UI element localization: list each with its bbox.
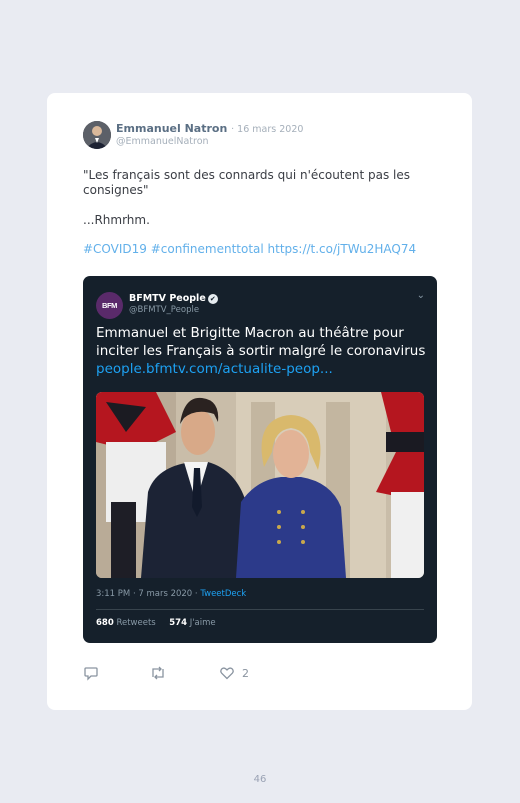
embed-author-name[interactable]: BFMTV People: [129, 293, 206, 304]
retweets-value[interactable]: 680: [96, 618, 114, 628]
tweet-date[interactable]: · 16 mars 2020: [231, 124, 303, 135]
embed-stats: 680 Retweets 574 J'aime: [96, 618, 216, 628]
embed-author-name-line[interactable]: BFMTV People ✔: [129, 293, 218, 304]
author-avatar[interactable]: [83, 121, 111, 149]
chevron-down-icon[interactable]: ⌄: [417, 290, 425, 301]
embedded-tweet[interactable]: BFM BFMTV People ✔ @BFMTV_People ⌄ Emmanu…: [83, 276, 437, 643]
avatar-image: [83, 121, 111, 149]
tweet-text-comment: ...Rhmrhm.: [83, 213, 150, 227]
page-number: 46: [253, 774, 267, 785]
likes-label[interactable]: J'aime: [190, 618, 216, 628]
verified-badge-icon: ✔: [207, 293, 218, 304]
tweet-card: Emmanuel Natron · 16 mars 2020 @Emmanuel…: [47, 93, 472, 710]
tweet-actions: 2: [83, 665, 283, 681]
author-name-line[interactable]: Emmanuel Natron · 16 mars 2020: [116, 122, 303, 135]
retweet-button[interactable]: [149, 665, 167, 681]
embed-meta: 3:11 PM · 7 mars 2020 · TweetDeck: [96, 589, 246, 599]
author-handle[interactable]: @EmmanuelNatron: [116, 136, 209, 147]
retweets-label[interactable]: Retweets: [116, 618, 155, 628]
embed-source-link[interactable]: TweetDeck: [200, 589, 246, 599]
like-button[interactable]: 2: [219, 665, 249, 681]
embed-text: Emmanuel et Brigitte Macron au théâtre p…: [96, 325, 426, 359]
reply-icon: [84, 667, 98, 681]
tweet-hashtags-link[interactable]: #COVID19 #confinementtotal https://t.co/…: [83, 242, 416, 256]
embed-divider: [96, 609, 424, 610]
likes-value[interactable]: 574: [169, 618, 187, 628]
bfm-logo[interactable]: BFM: [96, 292, 123, 319]
tweet-text-quote: "Les français sont des connards qui n'éc…: [83, 168, 411, 197]
embed-timestamp[interactable]: 3:11 PM · 7 mars 2020 ·: [96, 589, 200, 599]
reply-button[interactable]: [83, 665, 99, 681]
like-count: 2: [242, 666, 249, 680]
heart-icon: [220, 667, 234, 680]
embed-photo[interactable]: [96, 392, 424, 578]
embed-author-handle[interactable]: @BFMTV_People: [129, 305, 199, 315]
embed-link[interactable]: people.bfmtv.com/actualite-peop...: [96, 360, 333, 378]
retweet-icon: [152, 666, 164, 680]
author-name[interactable]: Emmanuel Natron: [116, 122, 227, 135]
macron-couple-photo: [96, 392, 424, 578]
